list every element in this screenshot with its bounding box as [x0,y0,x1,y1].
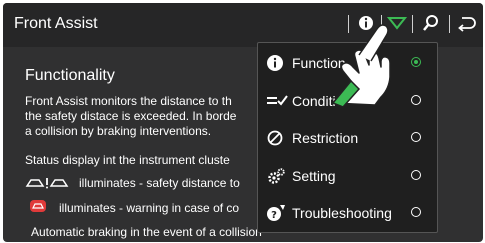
radio-button[interactable] [411,95,421,105]
section-title: Functionality [25,67,115,84]
menu-item-restriction[interactable]: Restriction [258,120,437,156]
header-bar: Front Assist [3,3,483,47]
info-icon [266,54,284,77]
header-separator [412,15,413,33]
svg-text:?: ? [271,210,277,221]
page-title: Front Assist [14,15,98,32]
menu-item-label: Troubleshooting [292,205,392,221]
indicator-line-1: illuminates - safety distance to [79,176,240,190]
indicator-line-2: illuminates - warning in case of co [59,201,240,215]
auto-braking-line: Automatic braking in the event of a coll… [31,225,262,239]
menu-item-setting[interactable]: Setting [258,158,437,194]
search-icon[interactable] [421,14,441,39]
pointing-hand-icon [325,17,407,114]
status-line: Status display int the instrument cluste [25,153,230,167]
radio-selected[interactable] [411,57,421,67]
radio-button[interactable] [411,207,421,217]
troubleshooting-icon: ? [266,204,286,227]
restriction-icon [266,129,284,152]
settings-gear-icon [266,167,286,190]
distance-warning-icon [25,175,71,194]
radio-button[interactable] [411,132,421,142]
radio-button[interactable] [411,170,421,180]
collision-warning-icon [29,199,47,218]
menu-item-label: Setting [292,168,336,184]
conditions-icon [266,92,288,115]
screen: Front Assist Functionality Front Assist … [3,3,483,242]
menu-item-troubleshooting[interactable]: ? Troubleshooting [258,195,437,231]
back-icon[interactable] [456,14,478,39]
menu-item-label: Restriction [292,130,359,146]
header-separator [449,15,450,33]
